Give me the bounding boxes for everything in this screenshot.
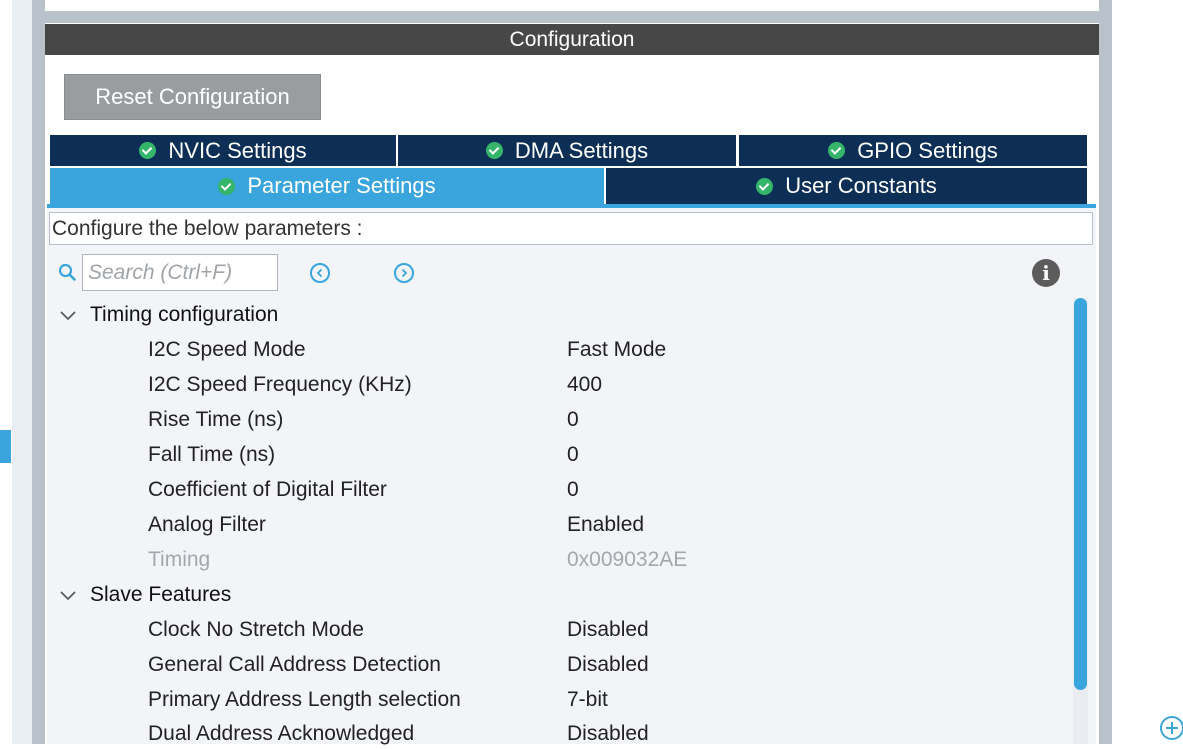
tab-nvic-settings[interactable]: NVIC Settings [50,135,396,166]
param-value[interactable]: 0 [567,405,579,435]
group-timing-configuration[interactable]: Timing configuration [58,300,278,330]
chevron-left-icon [316,268,323,278]
tab-label: User Constants [785,173,937,198]
check-circle-icon [139,142,157,159]
param-value[interactable]: Disabled [567,615,649,645]
param-value[interactable]: 400 [567,370,602,400]
left-gutter [0,0,12,744]
param-name[interactable]: General Call Address Detection [148,650,441,680]
tab-label: NVIC Settings [168,137,307,163]
configuration-header: Configuration [45,24,1099,55]
chevron-right-icon [401,268,408,278]
scrollbar-thumb[interactable] [1074,298,1087,690]
search-input[interactable] [82,254,278,291]
param-name-readonly: Timing [148,548,211,571]
param-name[interactable]: Analog Filter [148,510,266,540]
param-name[interactable]: Primary Address Length selection [148,685,461,715]
chevron-down-icon [60,311,76,321]
param-value[interactable]: Disabled [567,719,649,749]
tab-gpio-settings[interactable]: GPIO Settings [739,135,1087,166]
zoom-in-icon[interactable] [1160,716,1183,740]
param-name[interactable]: I2C Speed Mode [148,335,306,365]
group-title: Slave Features [90,583,232,606]
tab-label: GPIO Settings [857,137,998,163]
param-value[interactable]: 7-bit [567,685,608,715]
chevron-down-icon [60,591,76,601]
tab-label: DMA Settings [514,137,649,163]
reset-configuration-button[interactable]: Reset Configuration [64,74,321,120]
param-value-readonly: 0x009032AE [567,548,688,571]
param-name[interactable]: Rise Time (ns) [148,405,283,435]
tab-parameter-settings[interactable]: Parameter Settings [50,168,604,204]
param-value[interactable]: Enabled [567,510,644,540]
check-circle-icon [828,142,846,159]
tab-dma-settings[interactable]: DMA Settings [398,135,736,166]
check-circle-icon [756,177,774,195]
param-name[interactable]: Coefficient of Digital Filter [148,475,387,505]
top-strip [45,0,1099,23]
tab-user-constants[interactable]: User Constants [606,168,1087,204]
left-panel-rail [12,0,33,744]
tab-label: Parameter Settings [247,173,436,198]
param-value[interactable]: Fast Mode [567,335,666,365]
group-slave-features[interactable]: Slave Features [58,580,231,610]
info-icon[interactable]: i [1032,259,1060,287]
param-value[interactable]: 0 [567,440,579,470]
next-match-button[interactable] [394,263,414,283]
check-circle-icon [218,177,236,195]
param-name[interactable]: Dual Address Acknowledged [148,719,414,749]
param-value[interactable]: Disabled [567,650,649,680]
left-panel-selection-marker[interactable] [0,430,11,463]
param-name[interactable]: Clock No Stretch Mode [148,615,364,645]
param-value[interactable]: 0 [567,475,579,505]
check-circle-icon [485,142,503,159]
group-title: Timing configuration [90,303,279,326]
param-name[interactable]: I2C Speed Frequency (KHz) [148,370,412,400]
previous-match-button[interactable] [310,263,330,283]
param-name[interactable]: Fall Time (ns) [148,440,275,470]
search-icon [58,263,76,281]
parameters-description: Configure the below parameters : [49,212,1093,245]
